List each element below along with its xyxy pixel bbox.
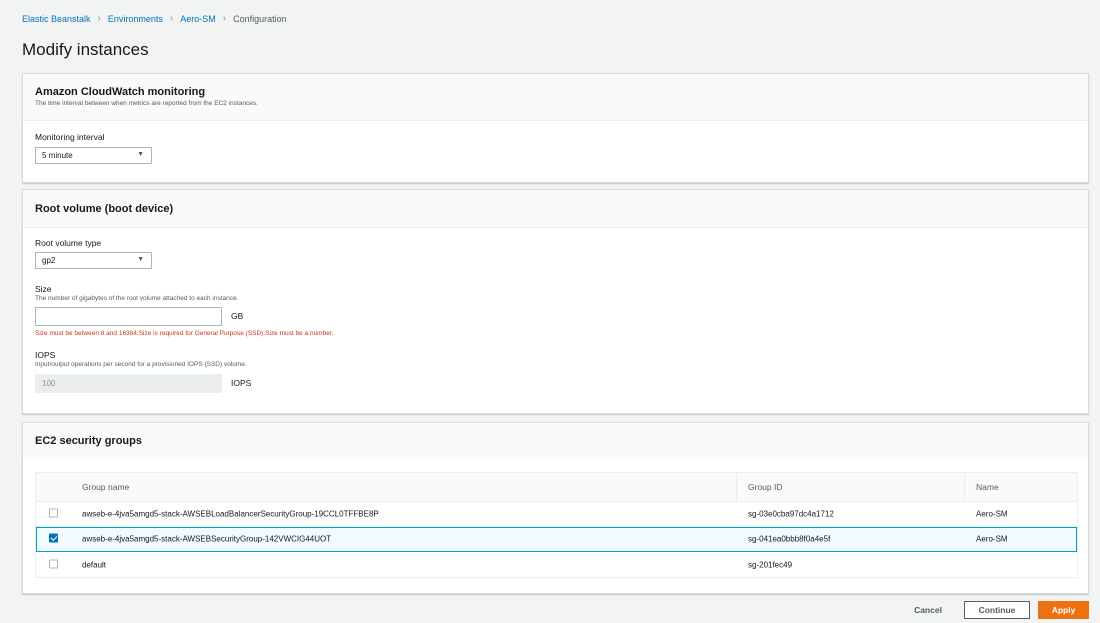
size-field-header: Size The number of gigabytes of the root…	[35, 284, 238, 302]
table-header-row: Group name Group ID Name	[36, 473, 1077, 502]
group-id-cell: sg-041ea0bbb8f0a4e5f	[748, 534, 831, 544]
size-description: The number of gigabytes of the root volu…	[35, 295, 239, 302]
group-id-cell: sg-03e0cba97dc4a1712	[748, 509, 834, 519]
root-volume-panel: Root volume (boot device) Root volume ty…	[22, 189, 1089, 414]
table-row[interactable]: default sg-201fec49	[36, 552, 1077, 577]
size-label: Size	[35, 284, 52, 294]
row-checkbox-cell	[49, 559, 58, 570]
chevron-right-icon: ›	[97, 13, 101, 24]
breadcrumb-aero-sm[interactable]: Aero-SM	[180, 14, 216, 24]
cancel-button[interactable]: Cancel	[905, 601, 951, 619]
iops-description: Input/output operations per second for a…	[35, 361, 247, 368]
column-divider	[964, 473, 965, 501]
cloudwatch-header: Amazon CloudWatch monitoring The time in…	[23, 74, 1088, 121]
table-row-selected[interactable]: awseb-e-4jva5amgd5-stack-AWSEBSecurityGr…	[36, 527, 1077, 552]
row-checkbox[interactable]	[49, 508, 58, 518]
group-id-cell: sg-201fec49	[748, 560, 793, 569]
security-groups-title: EC2 security groups	[35, 435, 142, 447]
security-groups-header: EC2 security groups	[23, 423, 1088, 459]
monitoring-interval-label: Monitoring interval	[35, 132, 105, 142]
caret-down-icon: ▼	[137, 256, 144, 263]
continue-button[interactable]: Continue	[964, 601, 1030, 619]
column-header-name[interactable]: Name	[976, 482, 999, 492]
row-checkbox-cell	[49, 533, 58, 545]
chevron-right-icon: ›	[169, 13, 174, 24]
chevron-right-icon: ›	[222, 13, 227, 24]
row-checkbox[interactable]	[49, 559, 58, 568]
root-volume-type-value: gp2	[42, 256, 56, 265]
name-cell: Aero-SM	[976, 509, 1008, 519]
caret-down-icon: ▼	[137, 151, 144, 158]
breadcrumb-configuration: Configuration	[233, 13, 287, 24]
group-name-cell: awseb-e-4jva5amgd5-stack-AWSEBSecurityGr…	[82, 534, 332, 544]
root-volume-title: Root volume (boot device)	[35, 203, 174, 215]
root-volume-type-select[interactable]: gp2 ▼	[35, 252, 152, 269]
root-volume-header: Root volume (boot device)	[23, 190, 1088, 228]
cloudwatch-panel: Amazon CloudWatch monitoring The time in…	[22, 73, 1089, 183]
iops-label: IOPS	[35, 350, 56, 360]
column-header-group-name[interactable]: Group name	[82, 482, 129, 492]
size-unit: GB	[231, 311, 244, 321]
breadcrumb-elastic-beanstalk[interactable]: Elastic Beanstalk	[22, 14, 91, 24]
iops-field-header: IOPS Input/output operations per second …	[35, 350, 247, 368]
cloudwatch-description: The time interval between when metrics a…	[35, 100, 258, 107]
breadcrumb-environments[interactable]: Environments	[108, 14, 163, 24]
monitoring-interval-value: 5 minute	[42, 151, 73, 160]
size-error-message: Size must be between 8 and 16384.Size is…	[35, 330, 334, 337]
iops-input	[35, 374, 222, 393]
row-checkbox-checked[interactable]	[49, 533, 58, 543]
iops-unit: IOPS	[231, 378, 252, 388]
apply-button[interactable]: Apply	[1038, 601, 1089, 619]
row-checkbox-cell	[49, 508, 58, 520]
security-groups-table: Group name Group ID Name awseb-e-4jva5am…	[35, 472, 1078, 578]
column-divider	[736, 473, 737, 501]
group-name-cell: awseb-e-4jva5amgd5-stack-AWSEBLoadBalanc…	[82, 509, 379, 519]
cloudwatch-title: Amazon CloudWatch monitoring	[35, 86, 206, 98]
security-groups-panel: EC2 security groups Group name Group ID …	[22, 422, 1089, 594]
group-name-cell: default	[82, 560, 107, 569]
page-title: Modify instances	[22, 40, 149, 59]
monitoring-interval-select[interactable]: 5 minute ▼	[35, 147, 152, 164]
size-input[interactable]	[35, 307, 222, 326]
root-volume-type-label: Root volume type	[35, 238, 102, 248]
breadcrumb: Elastic Beanstalk › Environments › Aero-…	[22, 13, 287, 24]
table-row[interactable]: awseb-e-4jva5amgd5-stack-AWSEBLoadBalanc…	[36, 502, 1077, 527]
name-cell: Aero-SM	[976, 534, 1008, 544]
column-header-group-id[interactable]: Group ID	[748, 482, 783, 492]
